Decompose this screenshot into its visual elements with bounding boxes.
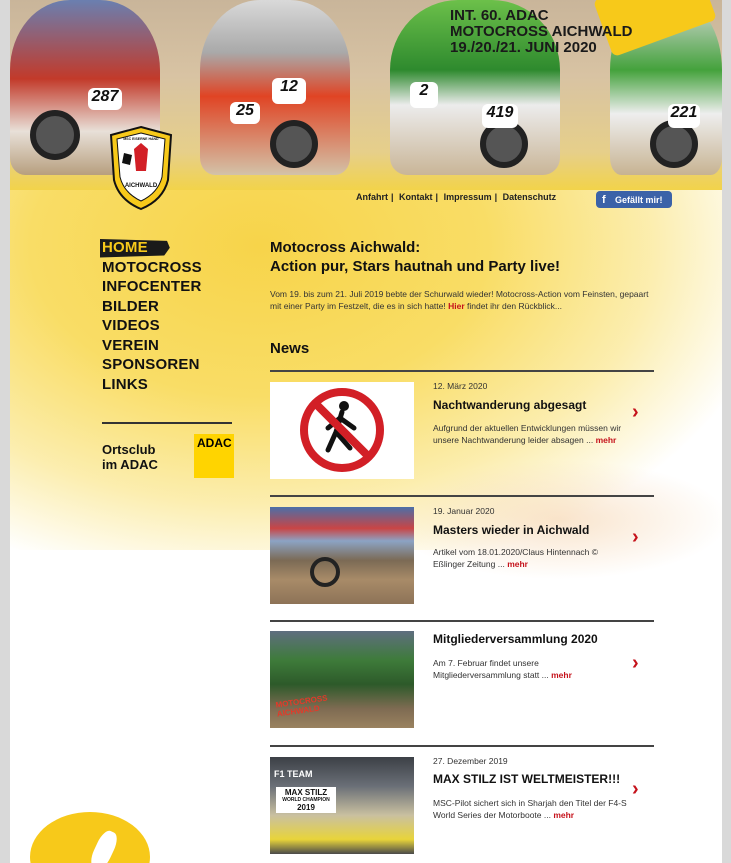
facebook-label: Gefällt mir! <box>615 195 663 205</box>
main-nav: HOME MOTOCROSS INFOCENTER BILDER VIDEOS … <box>100 238 202 395</box>
event-line-3: 19./20./21. JUNI 2020 <box>450 39 597 56</box>
event-announcement: INT. 60. ADAC MOTOCROSS AICHWALD 19./20.… <box>450 8 690 56</box>
nav-item-motocross[interactable]: MOTOCROSS <box>102 258 202 278</box>
nav-item-bilder[interactable]: BILDER <box>102 297 202 317</box>
event-line-1: INT. 60. ADAC <box>450 7 549 24</box>
intro-link-hier[interactable]: Hier <box>448 301 465 311</box>
news-thumb-1[interactable] <box>270 382 414 479</box>
page: 287 25 12 2 419 221 INT. 60. ADAC MOTOCR… <box>10 0 722 863</box>
news-title[interactable]: Masters wieder in Aichwald <box>433 523 589 537</box>
logo-text-bottom: AICHWALD <box>125 183 158 189</box>
nav-item-home[interactable]: HOME <box>100 238 170 258</box>
link-anfahrt[interactable]: Anfahrt <box>356 192 388 202</box>
link-datenschutz[interactable]: Datenschutz <box>503 192 557 202</box>
club-logo[interactable]: MSC EISERNE HAND AICHWALD <box>108 125 174 211</box>
chevron-right-icon[interactable]: › <box>632 527 646 547</box>
news-title[interactable]: MAX STILZ IST WELTMEISTER!!! <box>433 772 620 786</box>
no-walking-icon <box>300 388 384 472</box>
number-plate: 287 <box>88 88 122 110</box>
ortsclub-line-1: Ortsclub <box>102 442 156 457</box>
number-plate: 221 <box>668 104 700 128</box>
headline-line-1: Motocross Aichwald: <box>270 239 421 256</box>
headline-line-2: Action pur, Stars hautnah und Party live… <box>270 258 561 275</box>
news-text: Am 7. Februar findet unsere Mitgliederve… <box>433 657 628 681</box>
news-more-link[interactable]: mehr <box>551 670 572 680</box>
news-text: Artikel vom 18.01.2020/Claus Hintennach … <box>433 546 628 570</box>
number-plate: 419 <box>482 104 518 128</box>
number-plate: 12 <box>272 78 306 104</box>
ortsclub-label: Ortsclub im ADAC <box>102 442 158 472</box>
ortsclub-line-2: im ADAC <box>102 457 158 472</box>
news-date: 27. Dezember 2019 <box>433 756 508 766</box>
news-divider <box>270 620 654 622</box>
news-thumb-4[interactable]: F1 TEAM MAX STILZ WORLD CHAMPION 2019 <box>270 757 414 854</box>
nav-item-infocenter[interactable]: INFOCENTER <box>102 277 202 297</box>
intro-after: findet ihr den Rückblick... <box>464 301 562 311</box>
wheel-icon <box>310 557 340 587</box>
bottom-decoration <box>30 812 150 863</box>
adac-logo[interactable]: ADAC <box>194 434 234 478</box>
news-date: 19. Januar 2020 <box>433 506 495 516</box>
news-more-link[interactable]: mehr <box>596 435 617 445</box>
link-kontakt[interactable]: Kontakt <box>399 192 433 202</box>
news-text-body: Am 7. Februar findet unsere Mitgliederve… <box>433 658 549 680</box>
facebook-icon: f <box>602 194 606 206</box>
wheel-icon <box>30 110 80 160</box>
news-divider <box>270 370 654 372</box>
number-plate: 2 <box>410 82 438 108</box>
news-divider <box>270 745 654 747</box>
chevron-right-icon[interactable]: › <box>632 779 646 799</box>
nav-divider <box>102 422 232 424</box>
logo-text-top: MSC EISERNE HAND <box>123 137 159 141</box>
nav-item-sponsoren[interactable]: SPONSOREN <box>102 355 202 375</box>
news-thumb-2[interactable] <box>270 507 414 604</box>
wheel-icon <box>270 120 318 168</box>
news-text-body: Aufgrund der aktuellen Entwicklungen müs… <box>433 423 622 445</box>
news-thumb-3[interactable]: MOTOCROSS AICHWALD <box>270 631 414 728</box>
news-text: MSC-Pilot sichert sich in Sharjah den Ti… <box>433 797 628 821</box>
thumb-caption: MOTOCROSS AICHWALD <box>275 693 329 718</box>
news-title[interactable]: Mitgliederversammlung 2020 <box>433 632 598 646</box>
nav-item-links[interactable]: LINKS <box>102 375 202 395</box>
event-line-2: MOTOCROSS AICHWALD <box>450 23 633 40</box>
thumb-team-label: F1 TEAM <box>274 769 313 779</box>
news-more-link[interactable]: mehr <box>507 559 528 569</box>
nav-item-verein[interactable]: VEREIN <box>102 336 202 356</box>
news-text-body: MSC-Pilot sichert sich in Sharjah den Ti… <box>433 798 627 820</box>
champion-year: 2019 <box>297 803 315 812</box>
news-divider <box>270 495 654 497</box>
news-text: Aufgrund der aktuellen Entwicklungen müs… <box>433 422 628 446</box>
champion-sign: MAX STILZ WORLD CHAMPION 2019 <box>276 787 336 813</box>
number-plate: 25 <box>230 102 260 124</box>
facebook-like-button[interactable]: f Gefällt mir! <box>596 191 672 208</box>
news-more-link[interactable]: mehr <box>553 810 574 820</box>
news-heading: News <box>270 340 310 357</box>
champion-name: MAX STILZ <box>284 788 328 797</box>
news-title[interactable]: Nachtwanderung abgesagt <box>433 398 586 412</box>
link-impressum[interactable]: Impressum <box>444 192 492 202</box>
news-date: 12. März 2020 <box>433 381 488 391</box>
top-links: Anfahrt | Kontakt | Impressum | Datenschutz <box>356 192 557 202</box>
page-headline: Motocross Aichwald: Action pur, Stars ha… <box>270 238 660 276</box>
intro-text: Vom 19. bis zum 21. Juli 2019 bebte der … <box>270 288 650 312</box>
nav-item-videos[interactable]: VIDEOS <box>102 316 202 336</box>
chevron-right-icon[interactable]: › <box>632 402 646 422</box>
chevron-right-icon[interactable]: › <box>632 653 646 673</box>
